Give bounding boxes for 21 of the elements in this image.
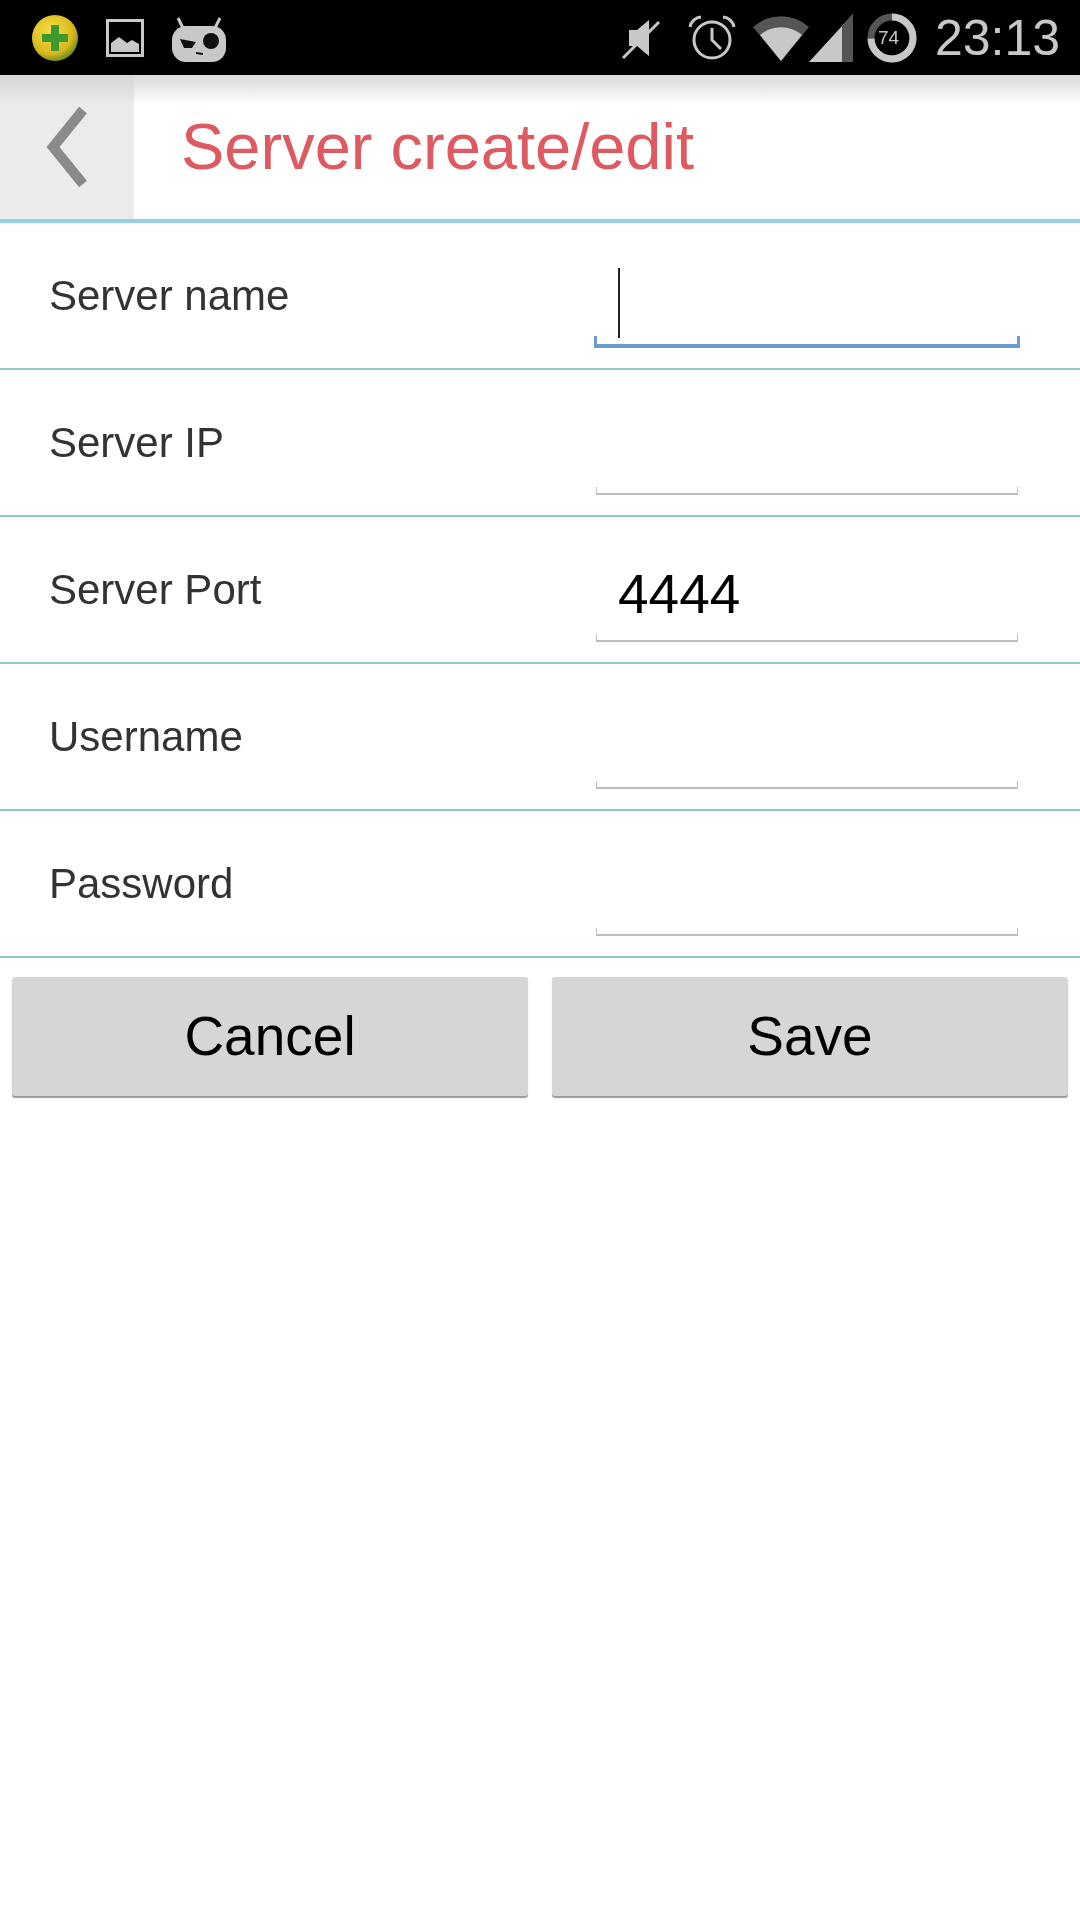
plus-circle-icon — [32, 14, 78, 61]
image-icon — [106, 18, 144, 57]
back-button[interactable] — [0, 75, 134, 219]
wifi-icon — [752, 14, 809, 61]
field-label: Server IP — [49, 417, 225, 468]
chevron-left-icon — [45, 105, 89, 189]
text-cursor — [618, 268, 620, 338]
ring-gauge-icon — [866, 12, 917, 63]
input-field[interactable]: 4444 — [594, 562, 1020, 642]
action-button[interactable]: Save — [552, 977, 1068, 1096]
input-field[interactable] — [594, 268, 1020, 348]
screen-title: Server create/edit — [181, 110, 695, 184]
alarm-clock-icon — [687, 14, 736, 61]
signal-icon — [808, 13, 853, 62]
field-label: Password — [49, 858, 234, 909]
action-button[interactable]: Cancel — [12, 977, 528, 1096]
field-label: Server name — [49, 270, 290, 321]
battery-percent: 74 — [877, 26, 899, 49]
field-label: Username — [49, 711, 243, 762]
field-label: Server Port — [49, 564, 262, 615]
clock-time: 23:13 — [934, 12, 1060, 63]
